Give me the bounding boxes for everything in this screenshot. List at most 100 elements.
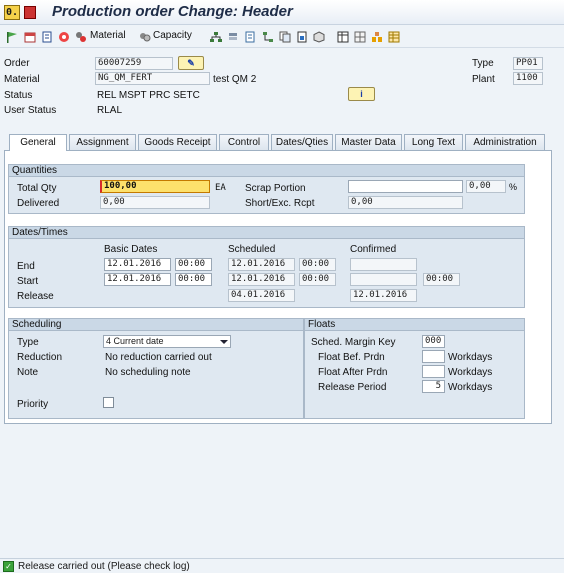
release-period-unit: Workdays [448, 382, 493, 393]
note-label: Note [17, 367, 39, 378]
end-scheduled-date-field[interactable]: 12.01.2016 [228, 258, 295, 271]
tab-strip: General Assignment Goods Receipt Control… [8, 134, 556, 151]
material-label: Material [4, 74, 40, 85]
tab-long-text[interactable]: Long Text [404, 134, 463, 150]
float-before-input[interactable] [422, 350, 445, 363]
end-confirmed-field[interactable] [350, 258, 417, 271]
total-qty-label: Total Qty [17, 183, 57, 194]
tab-general[interactable]: General [9, 134, 67, 151]
tab-goods-receipt[interactable]: Goods Receipt [138, 134, 217, 150]
user-status-value: RLAL [97, 105, 123, 116]
priority-label: Priority [17, 399, 49, 410]
success-check-icon: ✓ [3, 561, 14, 572]
bom-icon[interactable] [371, 31, 383, 43]
cube-icon[interactable] [313, 31, 325, 43]
scheduling-type-value: 4 Current date [106, 336, 164, 346]
margin-key-label: Sched. Margin Key [311, 337, 396, 348]
dates-times-title: Dates/Times [9, 227, 524, 239]
delivered-field[interactable]: 0,00 [100, 196, 210, 209]
scheduling-group: Scheduling Type 4 Current date Reduction… [8, 318, 304, 419]
print-icon[interactable] [296, 31, 308, 43]
percent-sign: % [509, 182, 518, 192]
scheduling-title: Scheduling [9, 319, 303, 331]
command-field-icon[interactable]: 0. [4, 5, 20, 20]
tab-master-data[interactable]: Master Data [335, 134, 402, 150]
quantities-title: Quantities [9, 165, 524, 177]
dates-times-group: Dates/Times Basic Dates Scheduled Confir… [8, 226, 525, 308]
unit-label: EA [215, 183, 226, 193]
hierarchy-icon[interactable] [210, 31, 222, 43]
scrap-percent-field[interactable]: 0,00 [466, 180, 506, 193]
end-scheduled-time-field[interactable]: 00:00 [299, 258, 336, 271]
application-toolbar: Material Capacity [0, 26, 564, 48]
floats-title: Floats [305, 319, 524, 331]
scrap-portion-input[interactable] [348, 180, 463, 193]
info-icon: i [360, 89, 363, 99]
status-info-button[interactable]: i [348, 87, 375, 101]
tab-assignment[interactable]: Assignment [69, 134, 136, 150]
float-after-label: Float After Prdn [318, 367, 388, 378]
grid-icon[interactable] [354, 31, 366, 43]
total-qty-input[interactable]: 100,00 [100, 180, 210, 193]
type-field[interactable]: PP01 [513, 57, 543, 70]
reduction-value: No reduction carried out [105, 352, 212, 363]
float-before-label: Float Bef. Prdn [318, 352, 385, 363]
capacity-icon[interactable] [139, 31, 151, 43]
start-label: Start [17, 276, 39, 287]
release-period-input[interactable]: 5 [422, 380, 445, 393]
plant-label: Plant [472, 74, 495, 85]
scheduled-header: Scheduled [228, 244, 276, 255]
end-basic-time-input[interactable]: 00:00 [175, 258, 212, 271]
float-after-input[interactable] [422, 365, 445, 378]
tab-dates-qties[interactable]: Dates/Qties [271, 134, 333, 150]
confirmed-header: Confirmed [350, 244, 397, 255]
table-icon[interactable] [337, 31, 349, 43]
edit-order-button[interactable]: ✎ [178, 56, 204, 70]
scheduling-type-label: Type [17, 337, 39, 348]
floats-group: Floats Sched. Margin Key 000 Float Bef. … [304, 318, 525, 419]
start-confirmed-field[interactable] [350, 273, 417, 286]
priority-checkbox[interactable] [103, 397, 114, 408]
end-label: End [17, 261, 35, 272]
release-period-label: Release Period [318, 382, 387, 393]
short-exc-label: Short/Exc. Rcpt [245, 198, 315, 209]
status-value: REL MSPT PRC SETC [97, 90, 200, 101]
scheduling-type-dropdown[interactable]: 4 Current date [103, 335, 231, 348]
release-scheduled-field[interactable]: 04.01.2016 [228, 289, 295, 302]
end-basic-date-input[interactable]: 12.01.2016 [104, 258, 171, 271]
bookmark-icon[interactable] [24, 6, 36, 19]
capacity-button[interactable]: Capacity [153, 30, 192, 41]
margin-key-input[interactable]: 000 [422, 335, 445, 348]
start-scheduled-date-field[interactable]: 12.01.2016 [228, 273, 295, 286]
stack-icon[interactable] [227, 31, 239, 43]
material-icon[interactable] [75, 31, 87, 43]
start-basic-time-input[interactable]: 00:00 [175, 273, 212, 286]
release-label: Release [17, 291, 54, 302]
calendar-icon[interactable] [24, 31, 36, 43]
lifebuoy-icon[interactable] [58, 31, 70, 43]
spreadsheet-icon[interactable] [388, 31, 400, 43]
start-basic-date-input[interactable]: 12.01.2016 [104, 273, 171, 286]
window-title: Production order Change: Header [52, 3, 293, 20]
flag-icon[interactable] [6, 31, 18, 43]
start-confirmed-time-field[interactable]: 00:00 [423, 273, 460, 286]
release-confirmed-field[interactable]: 12.01.2016 [350, 289, 417, 302]
material-field[interactable]: NG_QM_FERT [95, 72, 210, 85]
material-button[interactable]: Material [90, 30, 126, 41]
document-icon[interactable] [41, 31, 53, 43]
order-field[interactable]: 60007259 [95, 57, 173, 70]
start-scheduled-time-field[interactable]: 00:00 [299, 273, 336, 286]
copy-icon[interactable] [279, 31, 291, 43]
list-icon[interactable] [244, 31, 256, 43]
note-value: No scheduling note [105, 367, 191, 378]
plant-field[interactable]: 1100 [513, 72, 543, 85]
scrap-portion-label: Scrap Portion [245, 183, 306, 194]
structure-icon[interactable] [262, 31, 274, 43]
reduction-label: Reduction [17, 352, 63, 363]
tab-administration[interactable]: Administration [465, 134, 545, 150]
delivered-label: Delivered [17, 198, 60, 209]
tab-control[interactable]: Control [219, 134, 269, 150]
status-message[interactable]: Release carried out (Please check log) [18, 561, 190, 572]
short-exc-field[interactable]: 0,00 [348, 196, 463, 209]
pencil-icon: ✎ [187, 58, 195, 68]
